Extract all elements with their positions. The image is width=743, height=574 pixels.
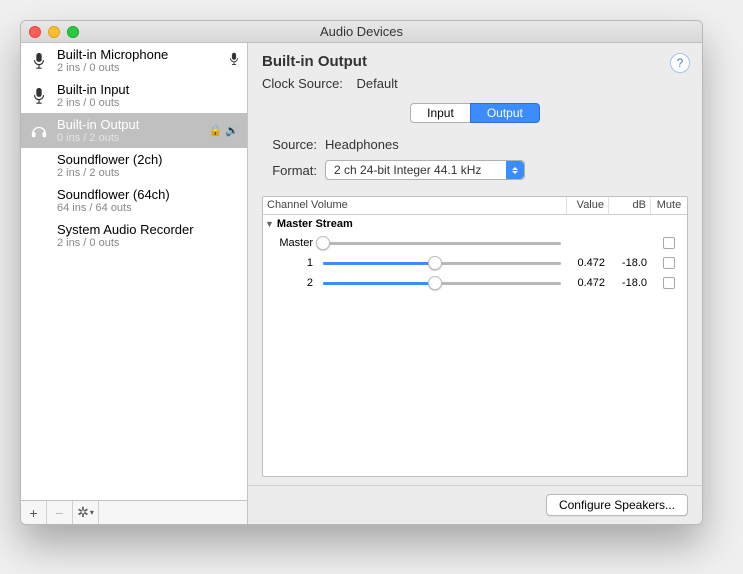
device-row[interactable]: Built-in Input2 ins / 0 outs [21, 78, 247, 113]
window-title: Audio Devices [320, 24, 403, 39]
device-io-count: 64 ins / 64 outs [57, 202, 231, 214]
clock-source-value: Default [357, 76, 398, 91]
tab-output[interactable]: Output [470, 103, 540, 123]
channel-volume-table: Channel Volume Value dB Mute ▼Master Str… [262, 196, 688, 477]
group-title: Master Stream [277, 218, 353, 230]
device-row[interactable]: System Audio Recorder2 ins / 0 outs [21, 218, 247, 253]
device-row[interactable]: Soundflower (2ch)2 ins / 2 outs [21, 148, 247, 183]
channel-name: Master [275, 237, 317, 249]
mute-checkbox[interactable] [663, 237, 675, 249]
minimize-icon[interactable] [48, 26, 60, 38]
default-output-icon: 🔒 🔊 [209, 124, 239, 137]
detail-pane: Built-in Output ? Clock Source: Default … [248, 43, 702, 524]
headphones-icon [29, 123, 49, 139]
channel-db: -18.0 [609, 277, 651, 289]
sidebar: Built-in Microphone2 ins / 0 outsBuilt-i… [21, 43, 248, 524]
io-tabs: Input Output [262, 103, 688, 123]
channel-row: Master [263, 233, 687, 253]
device-io-count: 2 ins / 0 outs [57, 97, 231, 109]
titlebar[interactable]: Audio Devices [21, 21, 702, 43]
mute-checkbox[interactable] [663, 277, 675, 289]
clock-source-label: Clock Source: [262, 76, 343, 91]
device-io-count: 2 ins / 0 outs [57, 62, 221, 74]
header-value[interactable]: Value [567, 197, 609, 214]
sidebar-toolbar: + − ✲▾ [21, 500, 247, 524]
mute-checkbox[interactable] [663, 257, 675, 269]
volume-slider[interactable] [317, 262, 567, 265]
device-row[interactable]: Built-in Microphone2 ins / 0 outs [21, 43, 247, 78]
chevron-down-icon: ▾ [90, 508, 94, 517]
channel-name: 2 [275, 277, 317, 289]
channel-value: 0.472 [567, 257, 609, 269]
channel-row: 2 0.472-18.0 [263, 273, 687, 293]
device-name: Soundflower (2ch) [57, 152, 231, 167]
stream-group[interactable]: ▼Master Stream [263, 215, 687, 233]
format-label: Format: [262, 163, 317, 178]
mic-icon [29, 52, 49, 70]
channel-value: 0.472 [567, 277, 609, 289]
device-name: Built-in Input [57, 82, 231, 97]
gear-menu-button[interactable]: ✲▾ [73, 501, 99, 525]
device-io-count: 0 ins / 2 outs [57, 132, 201, 144]
format-select[interactable]: 2 ch 24-bit Integer 44.1 kHz [325, 160, 525, 180]
close-icon[interactable] [29, 26, 41, 38]
header-db[interactable]: dB [609, 197, 651, 214]
device-name: Soundflower (64ch) [57, 187, 231, 202]
zoom-icon[interactable] [67, 26, 79, 38]
mic-icon [29, 87, 49, 105]
source-value: Headphones [325, 137, 399, 152]
disclosure-triangle-icon: ▼ [265, 219, 274, 229]
device-name: System Audio Recorder [57, 222, 231, 237]
source-label: Source: [262, 137, 317, 152]
device-title: Built-in Output [262, 53, 688, 70]
device-row[interactable]: Built-in Output0 ins / 2 outs 🔒 🔊 [21, 113, 247, 148]
tab-input[interactable]: Input [410, 103, 470, 123]
device-name: Built-in Output [57, 117, 201, 132]
volume-slider[interactable] [317, 282, 567, 285]
device-io-count: 2 ins / 0 outs [57, 237, 231, 249]
device-list: Built-in Microphone2 ins / 0 outsBuilt-i… [21, 43, 247, 500]
header-channel[interactable]: Channel Volume [263, 197, 567, 214]
gear-icon: ✲ [77, 504, 89, 521]
remove-device-button[interactable]: − [47, 501, 73, 525]
audio-devices-window: Audio Devices Built-in Microphone2 ins /… [20, 20, 703, 525]
add-device-button[interactable]: + [21, 501, 47, 525]
device-name: Built-in Microphone [57, 47, 221, 62]
channel-db: -18.0 [609, 257, 651, 269]
volume-slider [317, 242, 567, 245]
channel-row: 1 0.472-18.0 [263, 253, 687, 273]
configure-speakers-button[interactable]: Configure Speakers... [546, 494, 688, 516]
device-io-count: 2 ins / 2 outs [57, 167, 231, 179]
default-input-icon [229, 52, 239, 69]
device-row[interactable]: Soundflower (64ch)64 ins / 64 outs [21, 183, 247, 218]
help-button[interactable]: ? [670, 53, 690, 73]
channel-name: 1 [275, 257, 317, 269]
format-value: 2 ch 24-bit Integer 44.1 kHz [334, 163, 481, 177]
select-arrows-icon [506, 161, 524, 179]
header-mute[interactable]: Mute [651, 197, 687, 214]
